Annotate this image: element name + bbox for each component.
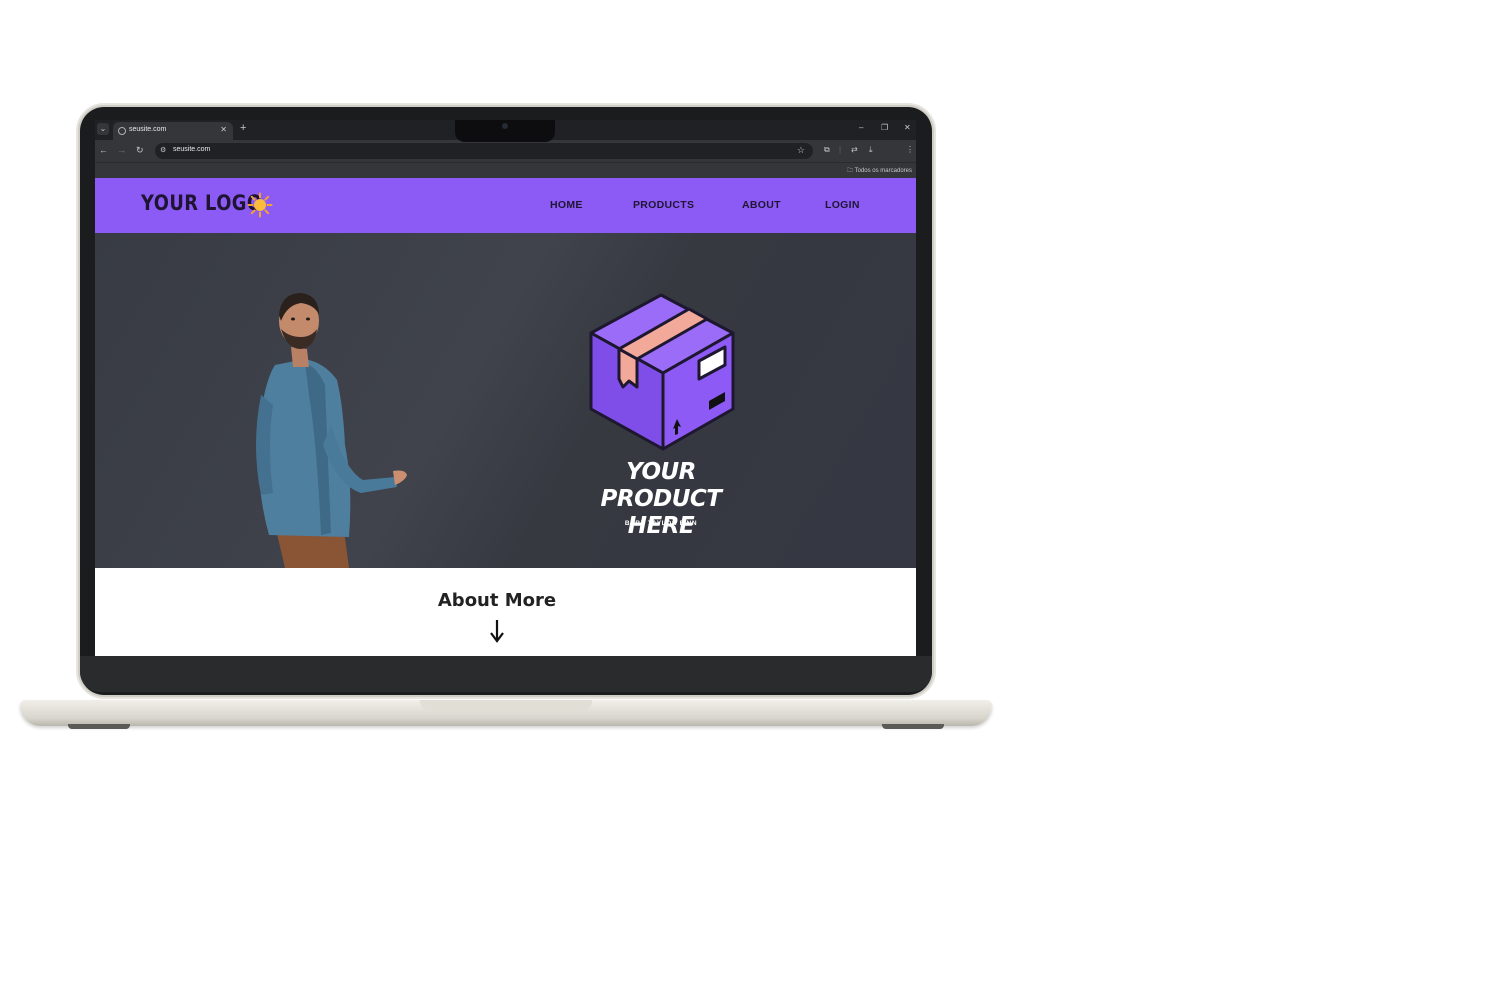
- product-subtitle: BABY TAYLOR FINN: [624, 520, 698, 527]
- sun-icon: [247, 192, 273, 218]
- folder-icon: 🗀: [847, 168, 854, 174]
- about-more-link[interactable]: About More: [95, 590, 899, 611]
- nav-home[interactable]: HOME: [550, 199, 583, 211]
- close-window-icon[interactable]: ✕: [904, 123, 911, 132]
- tab-search-icon[interactable]: ⌄: [97, 123, 109, 135]
- laptop-chin: [80, 656, 932, 692]
- restore-icon[interactable]: ❐: [881, 123, 888, 132]
- all-bookmarks-folder[interactable]: 🗀 Todos os marcadores: [847, 166, 912, 176]
- site-logo[interactable]: YOUR LOGO: [141, 191, 262, 215]
- browser-toolbar: ← → ↻ ⚙ seusite.com ☆ ⧉ | ⇄ ⤓ ⋮: [95, 140, 916, 162]
- close-tab-icon[interactable]: ✕: [220, 125, 227, 134]
- browser-tab[interactable]: seusite.com ✕: [113, 122, 233, 140]
- new-tab-button[interactable]: +: [240, 122, 246, 134]
- site-navbar: YOUR LOGO HOME PRODUCTS ABOUT LOGIN: [95, 178, 916, 233]
- download-icon[interactable]: ⤓: [869, 145, 873, 155]
- product-title-line1: YOUR PRODUCT: [600, 459, 722, 512]
- laptop-lid-groove: [420, 700, 592, 711]
- camera-icon: [502, 123, 508, 129]
- arrow-down-icon[interactable]: [490, 618, 504, 644]
- minimize-icon[interactable]: –: [859, 123, 863, 132]
- laptop-base: [20, 700, 992, 726]
- toolbar-divider: |: [839, 145, 842, 154]
- address-bar[interactable]: ⚙ seusite.com ☆: [155, 143, 813, 159]
- nav-products[interactable]: PRODUCTS: [633, 199, 694, 211]
- forward-icon[interactable]: →: [117, 145, 126, 155]
- bookmarks-bar: 🗀 Todos os marcadores: [95, 162, 916, 179]
- laptop-screen: ⌄ seusite.com ✕ + – ❐ ✕ ← → ↻ ⚙ seusite.…: [95, 120, 916, 656]
- tab-title: seusite.com: [129, 126, 167, 133]
- laptop-foot-left: [68, 724, 130, 729]
- hero-banner: YOUR PRODUCT HERE BABY TAYLOR FINN: [95, 233, 916, 568]
- site-info-icon[interactable]: ⚙: [160, 146, 166, 154]
- all-bookmarks-label: Todos os marcadores: [854, 168, 912, 174]
- web-page: YOUR LOGO HOME PRODUCTS ABOUT LOGIN YOUR…: [95, 178, 916, 656]
- laptop-foot-right: [882, 724, 944, 729]
- bookmark-star-icon[interactable]: ☆: [797, 145, 805, 156]
- back-icon[interactable]: ←: [99, 145, 108, 155]
- extensions-icon[interactable]: ⧉: [824, 145, 830, 155]
- about-section: About More: [95, 568, 916, 656]
- product-title: YOUR PRODUCT HERE: [565, 459, 757, 540]
- nav-login[interactable]: LOGIN: [825, 199, 860, 211]
- camera-notch: [455, 120, 555, 142]
- globe-icon: [118, 127, 126, 135]
- translate-icon[interactable]: ⇄: [851, 145, 858, 154]
- address-url[interactable]: seusite.com: [173, 146, 210, 153]
- product-box-icon: [589, 293, 735, 451]
- presenter-image: [256, 293, 407, 568]
- nav-about[interactable]: ABOUT: [742, 199, 781, 211]
- menu-kebab-icon[interactable]: ⋮: [906, 145, 914, 154]
- reload-icon[interactable]: ↻: [136, 145, 144, 156]
